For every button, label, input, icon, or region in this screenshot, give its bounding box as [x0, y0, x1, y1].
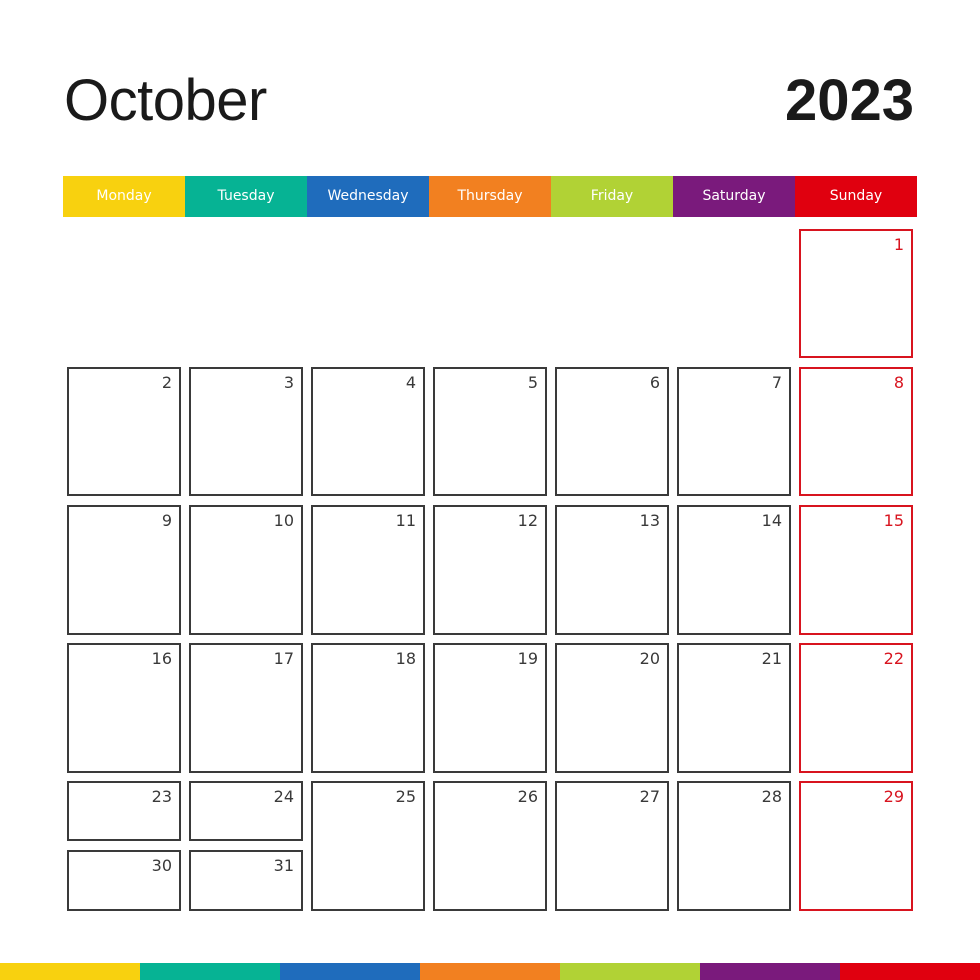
year-title: 2023: [784, 68, 914, 133]
day-cell[interactable]: 28: [677, 781, 791, 911]
strip-segment: [420, 963, 560, 980]
weekday-wednesday: Wednesday: [307, 176, 429, 217]
day-number: 28: [761, 787, 782, 806]
day-cell[interactable]: 1: [799, 229, 913, 358]
day-number: 22: [883, 649, 904, 668]
day-cell[interactable]: 17: [189, 643, 303, 773]
color-strip: [0, 963, 980, 980]
day-cell[interactable]: 16: [67, 643, 181, 773]
day-number: 13: [639, 511, 660, 530]
day-number: 8: [893, 373, 904, 392]
day-cell[interactable]: 2: [67, 367, 181, 496]
strip-segment: [0, 963, 140, 980]
day-cell[interactable]: 24: [189, 781, 303, 841]
day-number: 10: [273, 511, 294, 530]
day-cell[interactable]: 5: [433, 367, 547, 496]
day-cell[interactable]: 10: [189, 505, 303, 635]
day-cell[interactable]: 15: [799, 505, 913, 635]
day-cell[interactable]: 6: [555, 367, 669, 496]
month-title: October: [64, 68, 267, 133]
day-number: 27: [639, 787, 660, 806]
day-number: 17: [273, 649, 294, 668]
strip-segment: [140, 963, 280, 980]
day-number: 24: [273, 787, 294, 806]
day-number: 7: [771, 373, 782, 392]
day-number: 19: [517, 649, 538, 668]
day-number: 12: [517, 511, 538, 530]
day-number: 3: [283, 373, 294, 392]
day-number: 20: [639, 649, 660, 668]
day-number: 2: [161, 373, 172, 392]
day-cell[interactable]: 19: [433, 643, 547, 773]
weekday-tuesday: Tuesday: [185, 176, 307, 217]
day-cell[interactable]: 12: [433, 505, 547, 635]
day-cell[interactable]: 3: [189, 367, 303, 496]
day-cell[interactable]: 25: [311, 781, 425, 911]
day-cell[interactable]: 11: [311, 505, 425, 635]
weekday-thursday: Thursday: [429, 176, 551, 217]
day-number: 25: [395, 787, 416, 806]
day-number: 16: [151, 649, 172, 668]
day-number: 1: [893, 235, 904, 254]
day-number: 31: [273, 856, 294, 875]
day-number: 29: [883, 787, 904, 806]
day-number: 9: [161, 511, 172, 530]
weekday-sunday: Sunday: [795, 176, 917, 217]
day-number: 23: [151, 787, 172, 806]
day-cell[interactable]: 26: [433, 781, 547, 911]
day-cell[interactable]: 31: [189, 850, 303, 911]
day-cell[interactable]: 14: [677, 505, 791, 635]
day-number: 14: [761, 511, 782, 530]
day-cell[interactable]: 9: [67, 505, 181, 635]
day-cell[interactable]: 18: [311, 643, 425, 773]
day-cell[interactable]: 7: [677, 367, 791, 496]
day-number: 15: [883, 511, 904, 530]
weekday-monday: Monday: [63, 176, 185, 217]
day-number: 26: [517, 787, 538, 806]
day-cell[interactable]: 4: [311, 367, 425, 496]
day-number: 18: [395, 649, 416, 668]
day-number: 21: [761, 649, 782, 668]
day-cell[interactable]: 22: [799, 643, 913, 773]
weekday-saturday: Saturday: [673, 176, 795, 217]
weekday-friday: Friday: [551, 176, 673, 217]
strip-segment: [840, 963, 980, 980]
day-cell[interactable]: 30: [67, 850, 181, 911]
day-cell[interactable]: 23: [67, 781, 181, 841]
day-number: 6: [649, 373, 660, 392]
day-cell[interactable]: 29: [799, 781, 913, 911]
day-number: 11: [395, 511, 416, 530]
day-cell[interactable]: 27: [555, 781, 669, 911]
day-cell[interactable]: 13: [555, 505, 669, 635]
day-cell[interactable]: 20: [555, 643, 669, 773]
day-number: 30: [151, 856, 172, 875]
day-number: 5: [527, 373, 538, 392]
day-cell[interactable]: 21: [677, 643, 791, 773]
day-cell[interactable]: 8: [799, 367, 913, 496]
strip-segment: [560, 963, 700, 980]
day-number: 4: [405, 373, 416, 392]
weekday-header: Monday Tuesday Wednesday Thursday Friday…: [63, 176, 917, 217]
strip-segment: [280, 963, 420, 980]
strip-segment: [700, 963, 840, 980]
